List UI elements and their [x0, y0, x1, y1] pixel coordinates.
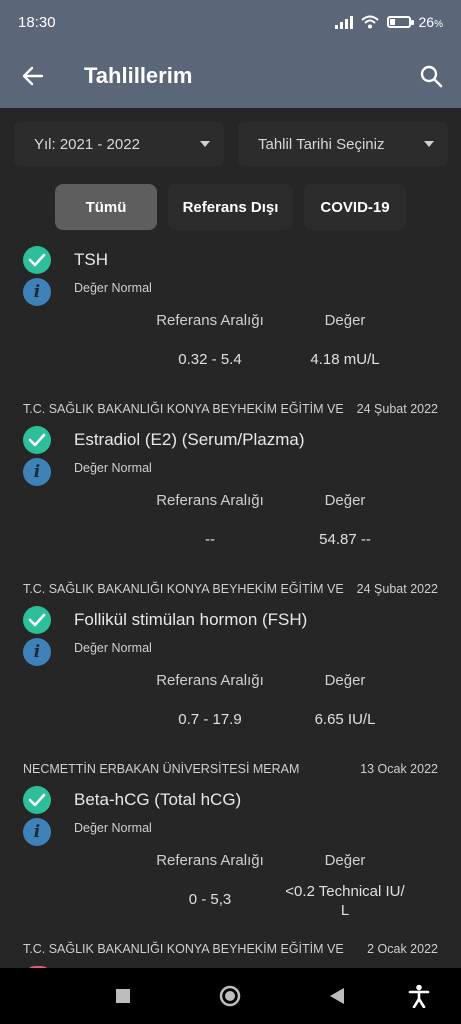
info-icon[interactable]: i	[23, 818, 51, 846]
battery-icon	[386, 16, 414, 28]
search-icon	[420, 65, 443, 88]
battery-level	[389, 19, 395, 25]
test-name: Beta-hCG (Total hCG)	[74, 790, 242, 809]
check-icon	[23, 246, 51, 274]
check-icon	[23, 426, 51, 454]
tab-out-of-range[interactable]: Referans Dışı	[168, 184, 293, 230]
reference-range-value: 0.7 - 17.9	[178, 711, 242, 728]
test-name: Estradiol (E2) (Serum/Plazma)	[74, 430, 305, 449]
result-value: 4.18 mU/L	[310, 351, 380, 368]
result-value: 6.65 IU/L	[314, 711, 376, 728]
caret-down-icon	[424, 141, 434, 147]
value-label: Değer	[324, 852, 366, 869]
institution-name: T.C. SAĞLIK BAKANLIĞI KONYA BEYHEKİM EĞİ…	[23, 942, 344, 956]
wifi-icon	[360, 15, 379, 29]
reference-range-value: 0.32 - 5.4	[178, 351, 242, 368]
date-select-value: Tahlil Tarihi Seçiniz	[258, 135, 385, 153]
result-date: 24 Şubat 2022	[356, 402, 438, 416]
caret-down-icon	[200, 141, 210, 147]
result-header: NECMETTİN ERBAKAN ÜNİVERSİTESİ MERAM 13 …	[23, 762, 438, 776]
result-date: 13 Ocak 2022	[360, 762, 438, 776]
accessibility-button[interactable]	[396, 968, 442, 1024]
square-icon	[116, 989, 130, 1003]
value-label: Değer	[324, 672, 366, 689]
triangle-back-icon	[330, 988, 344, 1004]
info-icon[interactable]: i	[23, 278, 51, 306]
result-date: 2 Ocak 2022	[367, 942, 438, 956]
test-status: Değer Normal	[74, 821, 152, 835]
circle-icon	[219, 985, 241, 1007]
reference-range-label: Referans Aralığı	[156, 852, 264, 869]
arrow-left-icon	[22, 66, 44, 86]
reference-range-label: Referans Aralığı	[156, 312, 264, 329]
check-icon	[23, 606, 51, 634]
year-select[interactable]: Yıl: 2021 - 2022	[14, 122, 224, 166]
content: Yıl: 2021 - 2022 Tahlil Tarihi Seçiniz T…	[0, 108, 461, 968]
test-name: TSH	[74, 250, 108, 269]
result-value: 54.87 --	[319, 531, 371, 548]
system-nav-bar	[0, 968, 461, 1024]
home-button[interactable]	[207, 968, 253, 1024]
signal-icon	[334, 15, 353, 29]
result-card[interactable]: T.C. SAĞLIK BAKANLIĞI KONYA BEYHEKİM EĞİ…	[0, 942, 461, 968]
info-icon[interactable]: i	[23, 458, 51, 486]
result-card[interactable]: NECMETTİN ERBAKAN ÜNİVERSİTESİ MERAM 13 …	[0, 762, 461, 942]
status-time: 18:30	[18, 13, 56, 31]
test-status: Değer Normal	[74, 641, 152, 655]
status-icons: 26%	[334, 14, 443, 30]
result-header: T.C. SAĞLIK BAKANLIĞI KONYA BEYHEKİM EĞİ…	[23, 582, 438, 596]
reference-range-value: --	[205, 531, 215, 548]
recents-button[interactable]	[100, 968, 146, 1024]
result-value: <0.2 Technical IU/ L	[270, 882, 420, 920]
search-button[interactable]	[401, 44, 461, 108]
year-select-value: Yıl: 2021 - 2022	[34, 135, 140, 153]
tab-all[interactable]: Tümü	[55, 184, 157, 230]
info-icon[interactable]: i	[23, 638, 51, 666]
result-value-line: <0.2 Technical IU/	[285, 883, 405, 900]
back-nav-button[interactable]	[314, 968, 360, 1024]
reference-range-label: Referans Aralığı	[156, 492, 264, 509]
result-card[interactable]: T.C. SAĞLIK BAKANLIĞI KONYA BEYHEKİM EĞİ…	[0, 402, 461, 562]
reference-range-label: Referans Aralığı	[156, 672, 264, 689]
institution-name: NECMETTİN ERBAKAN ÜNİVERSİTESİ MERAM	[23, 762, 300, 776]
result-card[interactable]: T.C. SAĞLIK BAKANLIĞI KONYA BEYHEKİM EĞİ…	[0, 582, 461, 742]
page-title: Tahlillerim	[84, 63, 193, 88]
status-bar: 18:30 26%	[0, 0, 461, 44]
tab-covid[interactable]: COVID-19	[304, 184, 406, 230]
institution-name: T.C. SAĞLIK BAKANLIĞI KONYA BEYHEKİM EĞİ…	[23, 582, 344, 596]
test-name: Follikül stimülan hormon (FSH)	[74, 610, 308, 629]
result-date: 24 Şubat 2022	[356, 582, 438, 596]
result-header: T.C. SAĞLIK BAKANLIĞI KONYA BEYHEKİM EĞİ…	[23, 942, 438, 956]
institution-name: T.C. SAĞLIK BAKANLIĞI KONYA BEYHEKİM EĞİ…	[23, 402, 344, 416]
accessibility-icon	[408, 984, 430, 1008]
value-label: Değer	[324, 312, 366, 329]
result-value-line: L	[340, 902, 350, 919]
value-label: Değer	[324, 492, 366, 509]
app-bar: Tahlillerim	[0, 44, 461, 108]
battery-percent: 26%	[418, 14, 443, 30]
check-icon	[23, 786, 51, 814]
test-status: Değer Normal	[74, 461, 152, 475]
tabs: Tümü Referans Dışı COVID-19	[0, 184, 461, 232]
result-card[interactable]: TSH i Değer Normal Referans Aralığı Değe…	[0, 240, 461, 380]
test-status: Değer Normal	[74, 281, 152, 295]
date-select[interactable]: Tahlil Tarihi Seçiniz	[238, 122, 448, 166]
reference-range-value: 0 - 5,3	[188, 891, 232, 908]
result-header: T.C. SAĞLIK BAKANLIĞI KONYA BEYHEKİM EĞİ…	[23, 402, 438, 416]
back-button[interactable]	[0, 44, 66, 108]
filters: Yıl: 2021 - 2022 Tahlil Tarihi Seçiniz	[0, 122, 461, 172]
